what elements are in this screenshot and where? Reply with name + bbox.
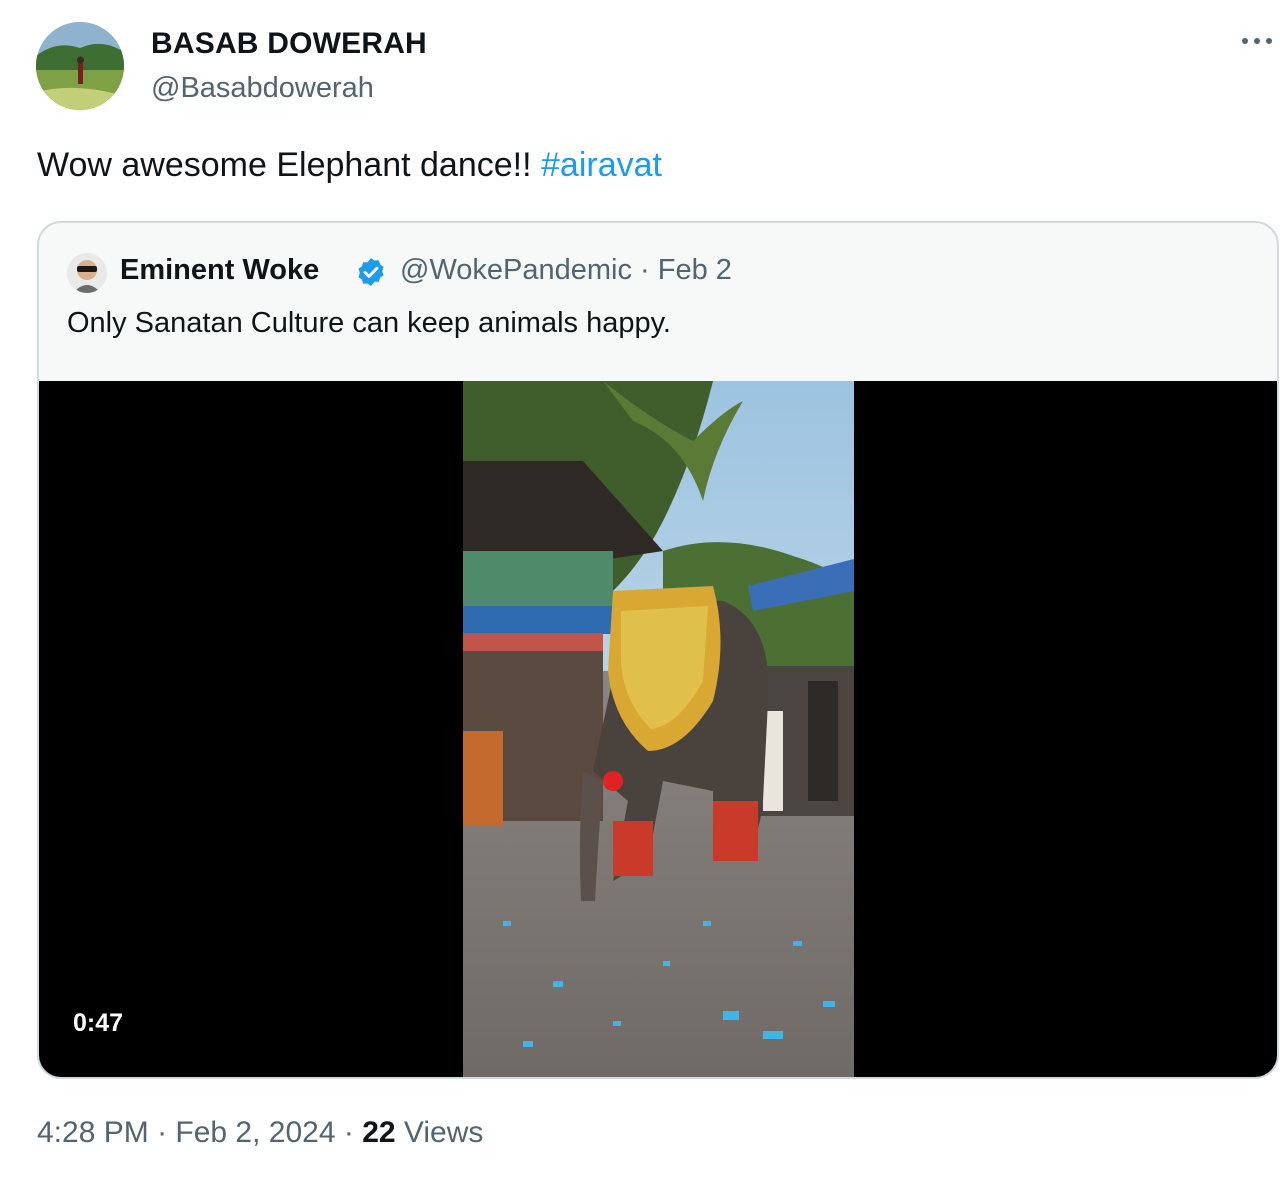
tweet-text: Wow awesome Elephant dance!! #airavat [37,146,662,185]
video-duration: 0:47 [73,1009,124,1037]
quoted-author-handle[interactable]: @WokePandemic [400,254,632,286]
tweet: BASAB DOWERAH @Basabdowerah Wow awesome … [0,0,1280,1178]
author-avatar-image [36,22,124,110]
quoted-date[interactable]: Feb 2 [658,254,732,286]
views-label: Views [395,1116,484,1149]
quoted-author-meta: @WokePandemic · Feb 2 [400,254,732,287]
quoted-author-avatar-image [67,253,107,293]
hashtag-link[interactable]: #airavat [541,146,662,184]
quoted-tweet[interactable]: Eminent Woke @WokePandemic · Feb 2 Only … [37,221,1279,1079]
tweet-text-body: Wow awesome Elephant dance!! [37,146,541,184]
tweet-date[interactable]: Feb 2, 2024 [175,1116,335,1149]
quoted-tweet-text: Only Sanatan Culture can keep animals ha… [67,307,671,339]
video-frame [463,381,854,1077]
tweet-time[interactable]: 4:28 PM [37,1116,149,1149]
views-count[interactable]: 22 [362,1116,395,1149]
author-avatar[interactable] [36,22,124,110]
video-player[interactable]: 0:47 [39,381,1277,1077]
author-handle[interactable]: @Basabdowerah [151,72,374,105]
more-horizontal-icon[interactable] [1240,30,1274,50]
meta-separator-2: · [335,1116,363,1149]
quoted-separator: · [632,254,658,286]
tweet-meta: 4:28 PM · Feb 2, 2024 · 22 Views [37,1116,483,1150]
verified-badge-icon [358,258,384,286]
quoted-author-display-name[interactable]: Eminent Woke [120,254,319,287]
video-thumbnail-image [463,381,854,1077]
meta-separator: · [148,1116,176,1149]
quoted-author-avatar[interactable] [67,253,107,293]
author-display-name[interactable]: BASAB DOWERAH [151,27,427,61]
